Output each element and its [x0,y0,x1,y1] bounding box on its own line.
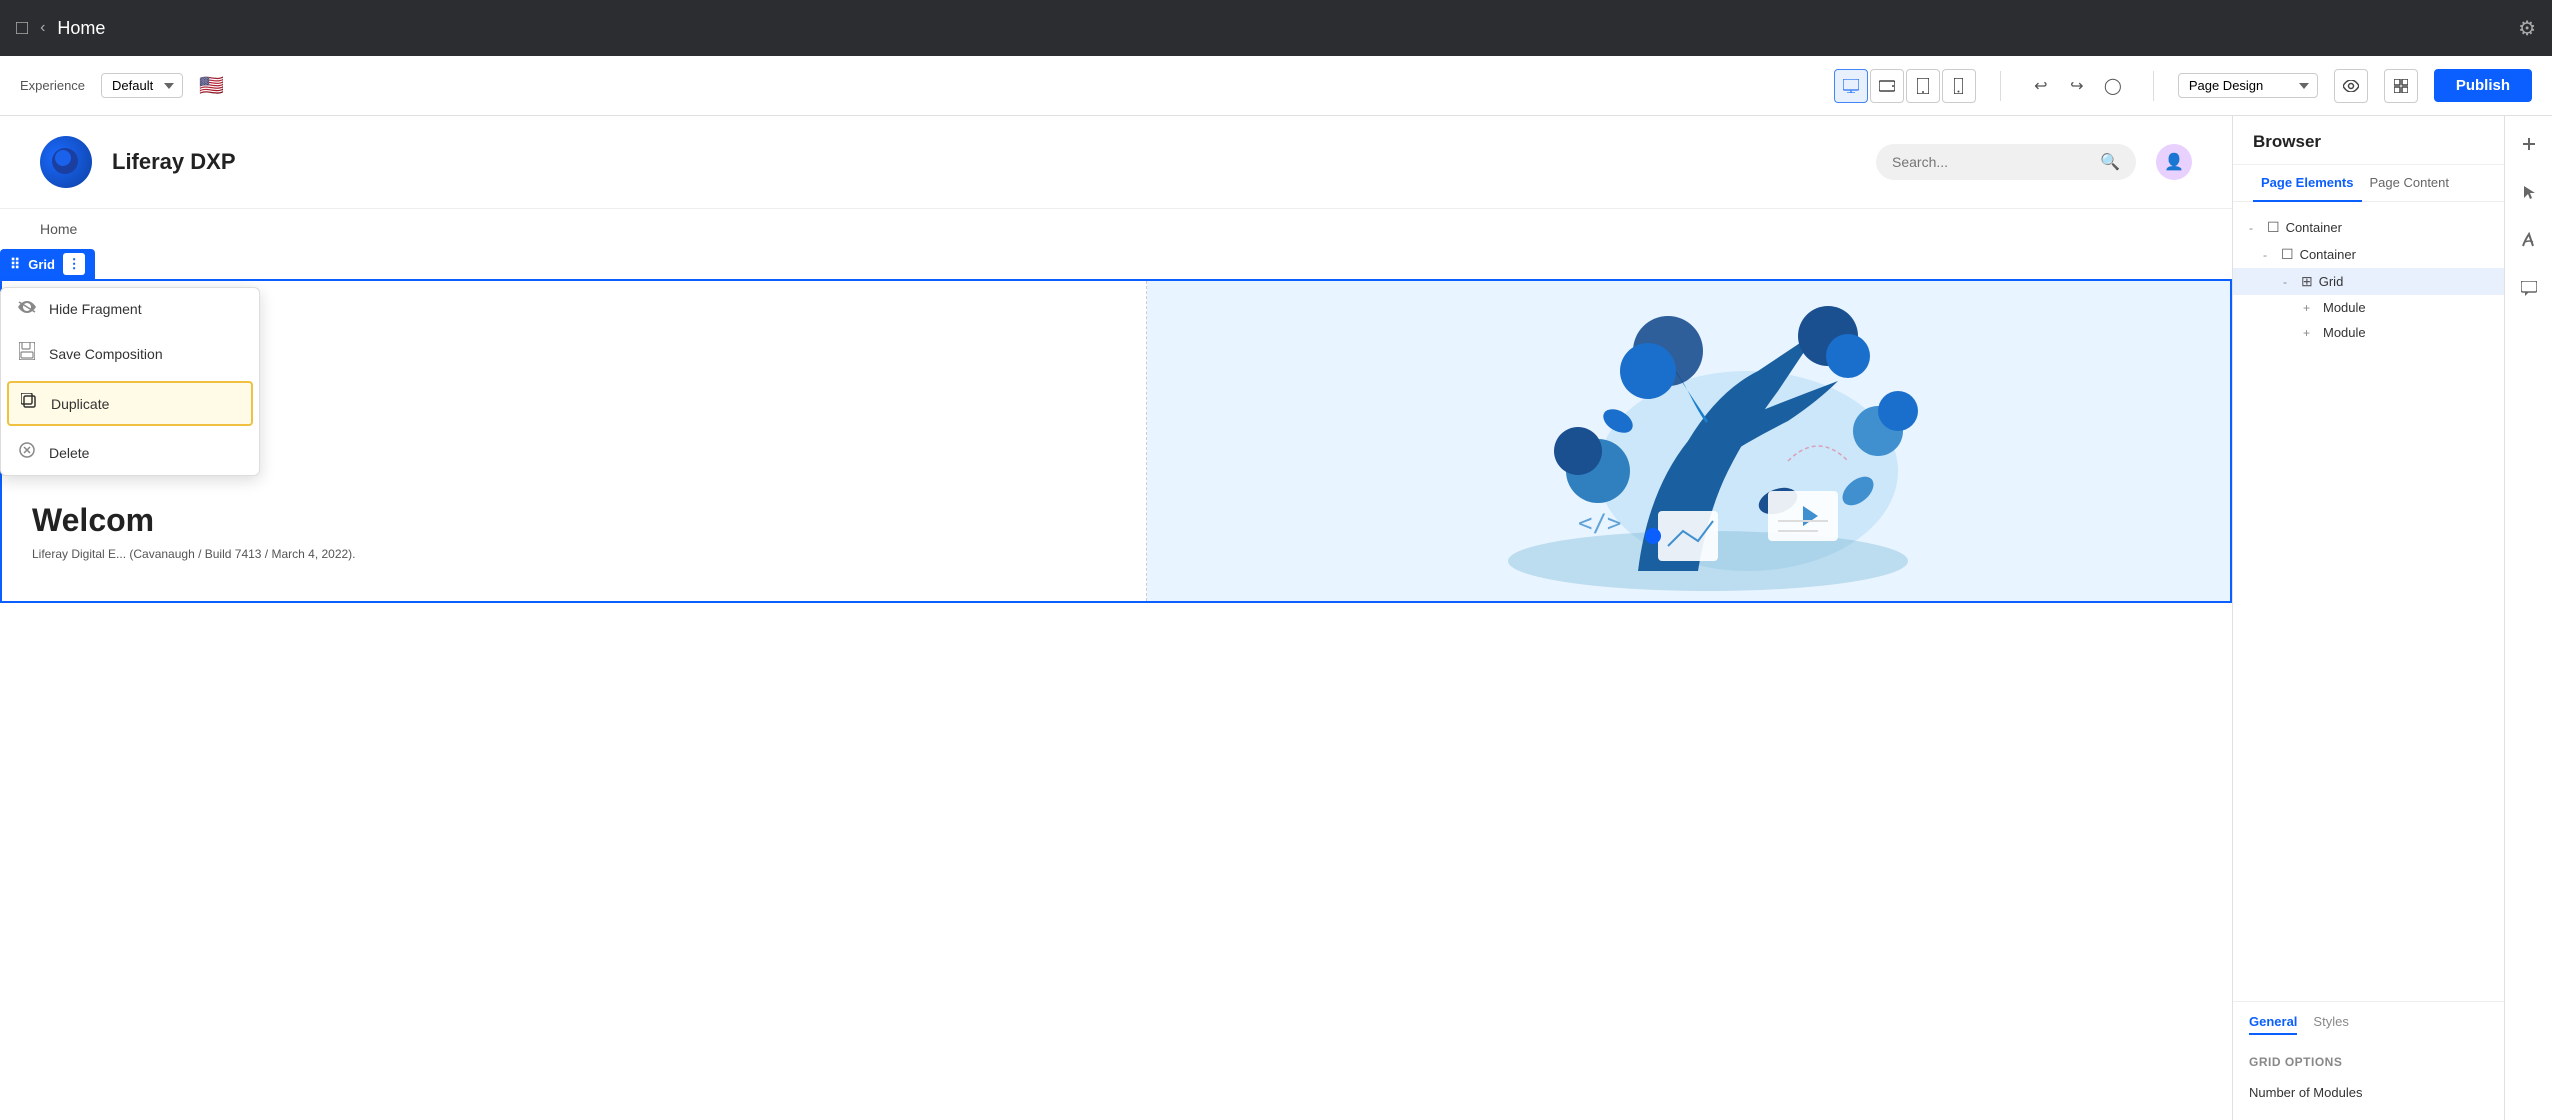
tree-label: Module [2323,325,2366,340]
view-buttons [1834,69,1976,103]
gear-icon[interactable]: ⚙ [2518,16,2536,41]
page-header: Liferay DXP 🔍 👤 [0,116,2232,209]
top-bar: □ ‹ Home ⚙ [0,0,2552,56]
main-layout: Liferay DXP 🔍 👤 Home ⠿ Grid ⋮ [0,116,2552,1120]
fragment-label: Grid [28,257,55,272]
preview-button[interactable] [2334,69,2368,103]
experience-select[interactable]: Default [101,73,183,98]
toolbar: Experience Default 🇺🇸 ↩ ↪ ◯ Page Design … [0,56,2552,116]
undo-button[interactable]: ↩ [2025,70,2057,102]
search-icon[interactable]: 🔍 [2100,152,2120,172]
tab-general[interactable]: General [2249,1014,2297,1035]
add-fragment-button[interactable] [2513,128,2545,160]
drag-handle-icon[interactable]: ⠿ [10,256,20,273]
save-composition-label: Save Composition [49,346,163,362]
tree-label: Module [2323,300,2366,315]
history-button[interactable]: ◯ [2097,70,2129,102]
duplicate-icon [19,393,39,414]
liferay-desc: Liferay Digital E... (Cavanaugh / Build … [32,547,1116,561]
mobile-view-button[interactable] [1942,69,1976,103]
site-name: Liferay DXP [112,149,236,175]
num-modules-row: Number of Modules [2249,1077,2536,1108]
context-menu: Hide Fragment Save Composition Duplicate [0,287,260,476]
tablet-landscape-view-button[interactable] [1870,69,1904,103]
hide-fragment-label: Hide Fragment [49,301,142,317]
num-modules-label: Number of Modules [2249,1085,2362,1100]
sidebar-toggle-icon[interactable]: □ [16,17,28,40]
tree-toggle-icon: - [2283,275,2295,289]
top-bar-left: □ ‹ Home [16,17,105,40]
grid-view-button[interactable] [2384,69,2418,103]
desktop-view-button[interactable] [1834,69,1868,103]
illustration: </> [1438,291,1938,591]
grid-options-row: GRID OPTIONS ⌄ [2249,1047,2536,1077]
tree-toggle-icon: - [2263,248,2275,262]
fragment-menu-button[interactable]: ⋮ [63,253,85,275]
undo-redo-group: ↩ ↪ ◯ [2025,70,2129,102]
save-composition-item[interactable]: Save Composition [1,330,259,377]
toolbar-separator [2000,71,2001,101]
browser-title: Browser [2253,132,2321,151]
tree-toggle-icon: - [2249,221,2261,235]
page-preview: Liferay DXP 🔍 👤 Home ⠿ Grid ⋮ [0,116,2232,1120]
flag-icon[interactable]: 🇺🇸 [199,73,224,98]
container-icon: ☐ [2281,246,2294,263]
tab-page-content[interactable]: Page Content [2362,165,2458,202]
selection-button[interactable] [2513,176,2545,208]
fragment-bar: ⠿ Grid ⋮ [0,249,95,279]
general-styles-tabs: General Styles [2249,1014,2536,1035]
tree-add-icon: + [2303,326,2317,340]
search-input[interactable] [1892,154,2092,170]
grid-container: Welcom Liferay Digital E... (Cavanaugh /… [2,281,2230,601]
canvas-area: Liferay DXP 🔍 👤 Home ⠿ Grid ⋮ [0,116,2232,1120]
duplicate-label: Duplicate [51,396,109,412]
breadcrumb-home: Home [40,221,77,237]
comments-button[interactable] [2513,272,2545,304]
back-button[interactable]: ‹ [40,19,45,37]
hide-icon [17,300,37,318]
tree-add-icon: + [2303,301,2317,315]
tree-label: Container [2286,220,2342,235]
delete-icon [17,442,37,463]
delete-label: Delete [49,445,89,461]
page-design-select[interactable]: Page Design [2178,73,2318,98]
toolbar-separator-2 [2153,71,2154,101]
logo-icon [40,136,92,188]
grid-icon: ⊞ [2301,273,2313,290]
delete-item[interactable]: Delete [1,430,259,475]
save-icon [17,342,37,365]
hide-fragment-item[interactable]: Hide Fragment [1,288,259,330]
container-icon: ☐ [2267,219,2280,236]
svg-text:</>: </> [1578,509,1621,537]
experience-label: Experience [20,78,85,93]
publish-button[interactable]: Publish [2434,69,2532,102]
tablet-portrait-view-button[interactable] [1906,69,1940,103]
styles-button[interactable] [2513,224,2545,256]
tree-label: Container [2300,247,2356,262]
grid-wrapper: Welcom Liferay Digital E... (Cavanaugh /… [0,279,2232,603]
breadcrumb: Home [0,209,2232,249]
grid-fragment: ⠿ Grid ⋮ Hide Fragment [0,249,2232,603]
duplicate-item[interactable]: Duplicate [7,381,253,426]
tree-label: Grid [2319,274,2344,289]
grid-options-label: GRID OPTIONS [2249,1055,2342,1069]
side-icons-panel [2504,116,2552,1120]
tab-page-elements[interactable]: Page Elements [2253,165,2362,202]
page-title: Home [57,18,105,39]
avatar[interactable]: 👤 [2156,144,2192,180]
welcome-text: Welcom [32,502,1116,539]
redo-button[interactable]: ↪ [2061,70,2093,102]
tab-styles[interactable]: Styles [2313,1014,2348,1035]
grid-right-module: </> [1147,281,2231,601]
search-bar: 🔍 [1876,144,2136,180]
